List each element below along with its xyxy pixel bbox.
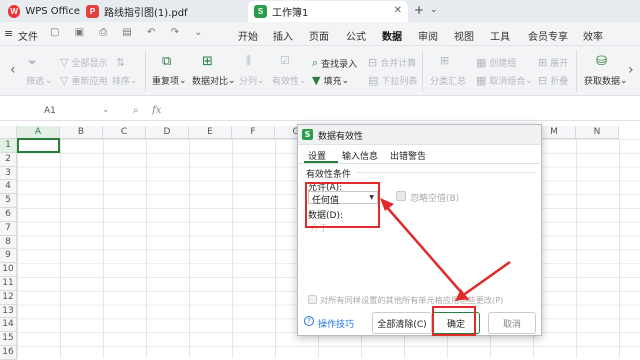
arrowhead-icon	[455, 289, 468, 301]
annotation-arrows	[380, 198, 511, 301]
arrowhead-icon	[380, 198, 394, 211]
annotation-arrow-to-allow	[384, 204, 469, 301]
annotation-arrow-to-ok	[461, 260, 511, 298]
